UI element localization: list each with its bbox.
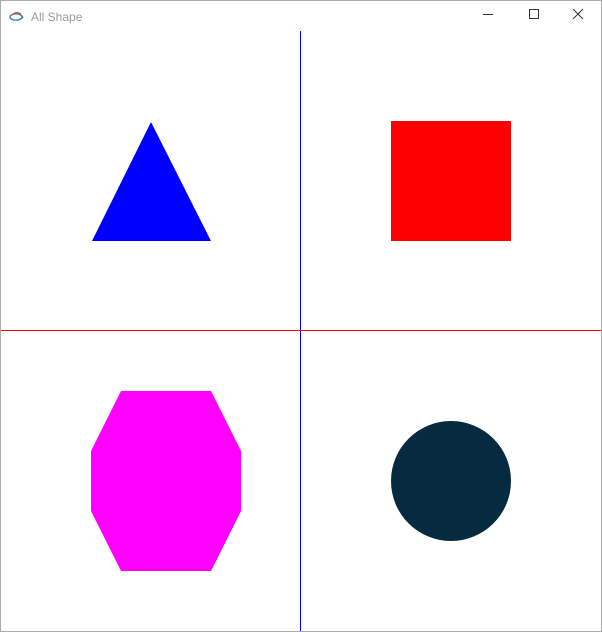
maximize-icon	[528, 7, 540, 25]
minimize-button[interactable]	[465, 1, 511, 31]
app-window: All Shape	[0, 0, 602, 632]
octagon-shape	[91, 391, 241, 571]
window-title: All Shape	[31, 10, 83, 24]
drawing-canvas	[1, 31, 601, 631]
maximize-button[interactable]	[511, 1, 557, 31]
minimize-icon	[482, 7, 494, 25]
title-bar[interactable]: All Shape	[1, 1, 601, 31]
java-cup-icon	[9, 9, 25, 23]
circle-shape	[391, 421, 511, 541]
square-shape	[391, 121, 511, 241]
close-icon	[572, 7, 584, 25]
close-button[interactable]	[555, 1, 601, 31]
